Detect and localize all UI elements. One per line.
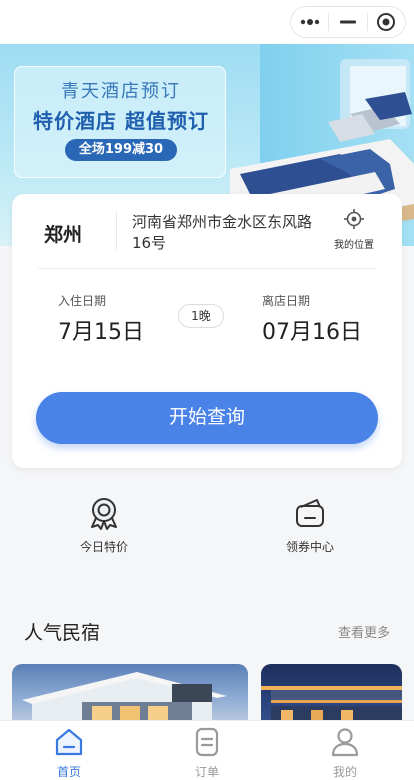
view-more-link[interactable]: 查看更多 <box>338 622 390 641</box>
discount-badge: 全场199减30 <box>65 139 177 161</box>
checkin-label: 入住日期 <box>58 294 107 308</box>
order-icon <box>195 727 219 757</box>
minimize-button[interactable] <box>329 7 366 37</box>
coupon-center-label: 领券中心 <box>285 540 334 554</box>
checkout-label: 离店日期 <box>262 294 311 308</box>
my-location-label: 我的位置 <box>334 240 374 251</box>
target-close-icon <box>377 13 396 31</box>
tab-orders-label: 订单 <box>194 765 219 779</box>
badge-icon <box>91 498 117 530</box>
promo-subtitle: 特价酒店 超值预订 <box>33 109 209 133</box>
coupon-center-entry[interactable]: 领券中心 <box>250 496 370 555</box>
bottom-tab-bar: 首页 订单 我的 <box>0 720 414 780</box>
section-title: 人气民宿 <box>24 622 101 644</box>
more-menu-button[interactable] <box>291 7 328 37</box>
tab-home[interactable]: 首页 <box>0 721 138 780</box>
promo-title: 青天酒店预订 <box>61 81 181 102</box>
top-bar <box>0 0 414 44</box>
nights-badge: 1晚 <box>178 304 224 328</box>
coupon-wallet-icon <box>296 499 324 527</box>
checkin-date[interactable]: 7月15日 <box>58 314 144 346</box>
mini-program-capsule <box>290 6 406 38</box>
tab-profile-label: 我的 <box>332 765 357 779</box>
tab-profile[interactable]: 我的 <box>276 721 414 780</box>
city-selector[interactable]: 郑州 <box>44 220 82 247</box>
my-location-button[interactable]: 我的位置 <box>322 208 386 251</box>
more-dots-icon <box>300 19 319 25</box>
minus-icon <box>339 20 356 24</box>
address-field[interactable]: 河南省郑州市金水区东风路16号 <box>132 212 322 254</box>
start-search-button[interactable]: 开始查询 <box>36 392 378 444</box>
today-deals-label: 今日特价 <box>79 540 128 554</box>
city-divider <box>116 212 117 250</box>
tab-orders[interactable]: 订单 <box>138 721 276 780</box>
close-mini-program-button[interactable] <box>368 7 405 37</box>
promo-text-panel: 青天酒店预订 特价酒店 超值预订 全场199减30 <box>14 66 226 178</box>
hotel-search-card: 郑州 河南省郑州市金水区东风路16号 我的位置 入住日期 7月15日 1晚 离店… <box>12 194 402 468</box>
locate-icon <box>344 209 364 229</box>
today-deals-entry[interactable]: 今日特价 <box>44 496 164 555</box>
card-divider <box>38 268 376 269</box>
home-icon <box>55 728 83 756</box>
tab-home-label: 首页 <box>56 765 81 779</box>
checkout-date[interactable]: 07月16日 <box>262 314 362 346</box>
user-icon <box>331 728 359 757</box>
